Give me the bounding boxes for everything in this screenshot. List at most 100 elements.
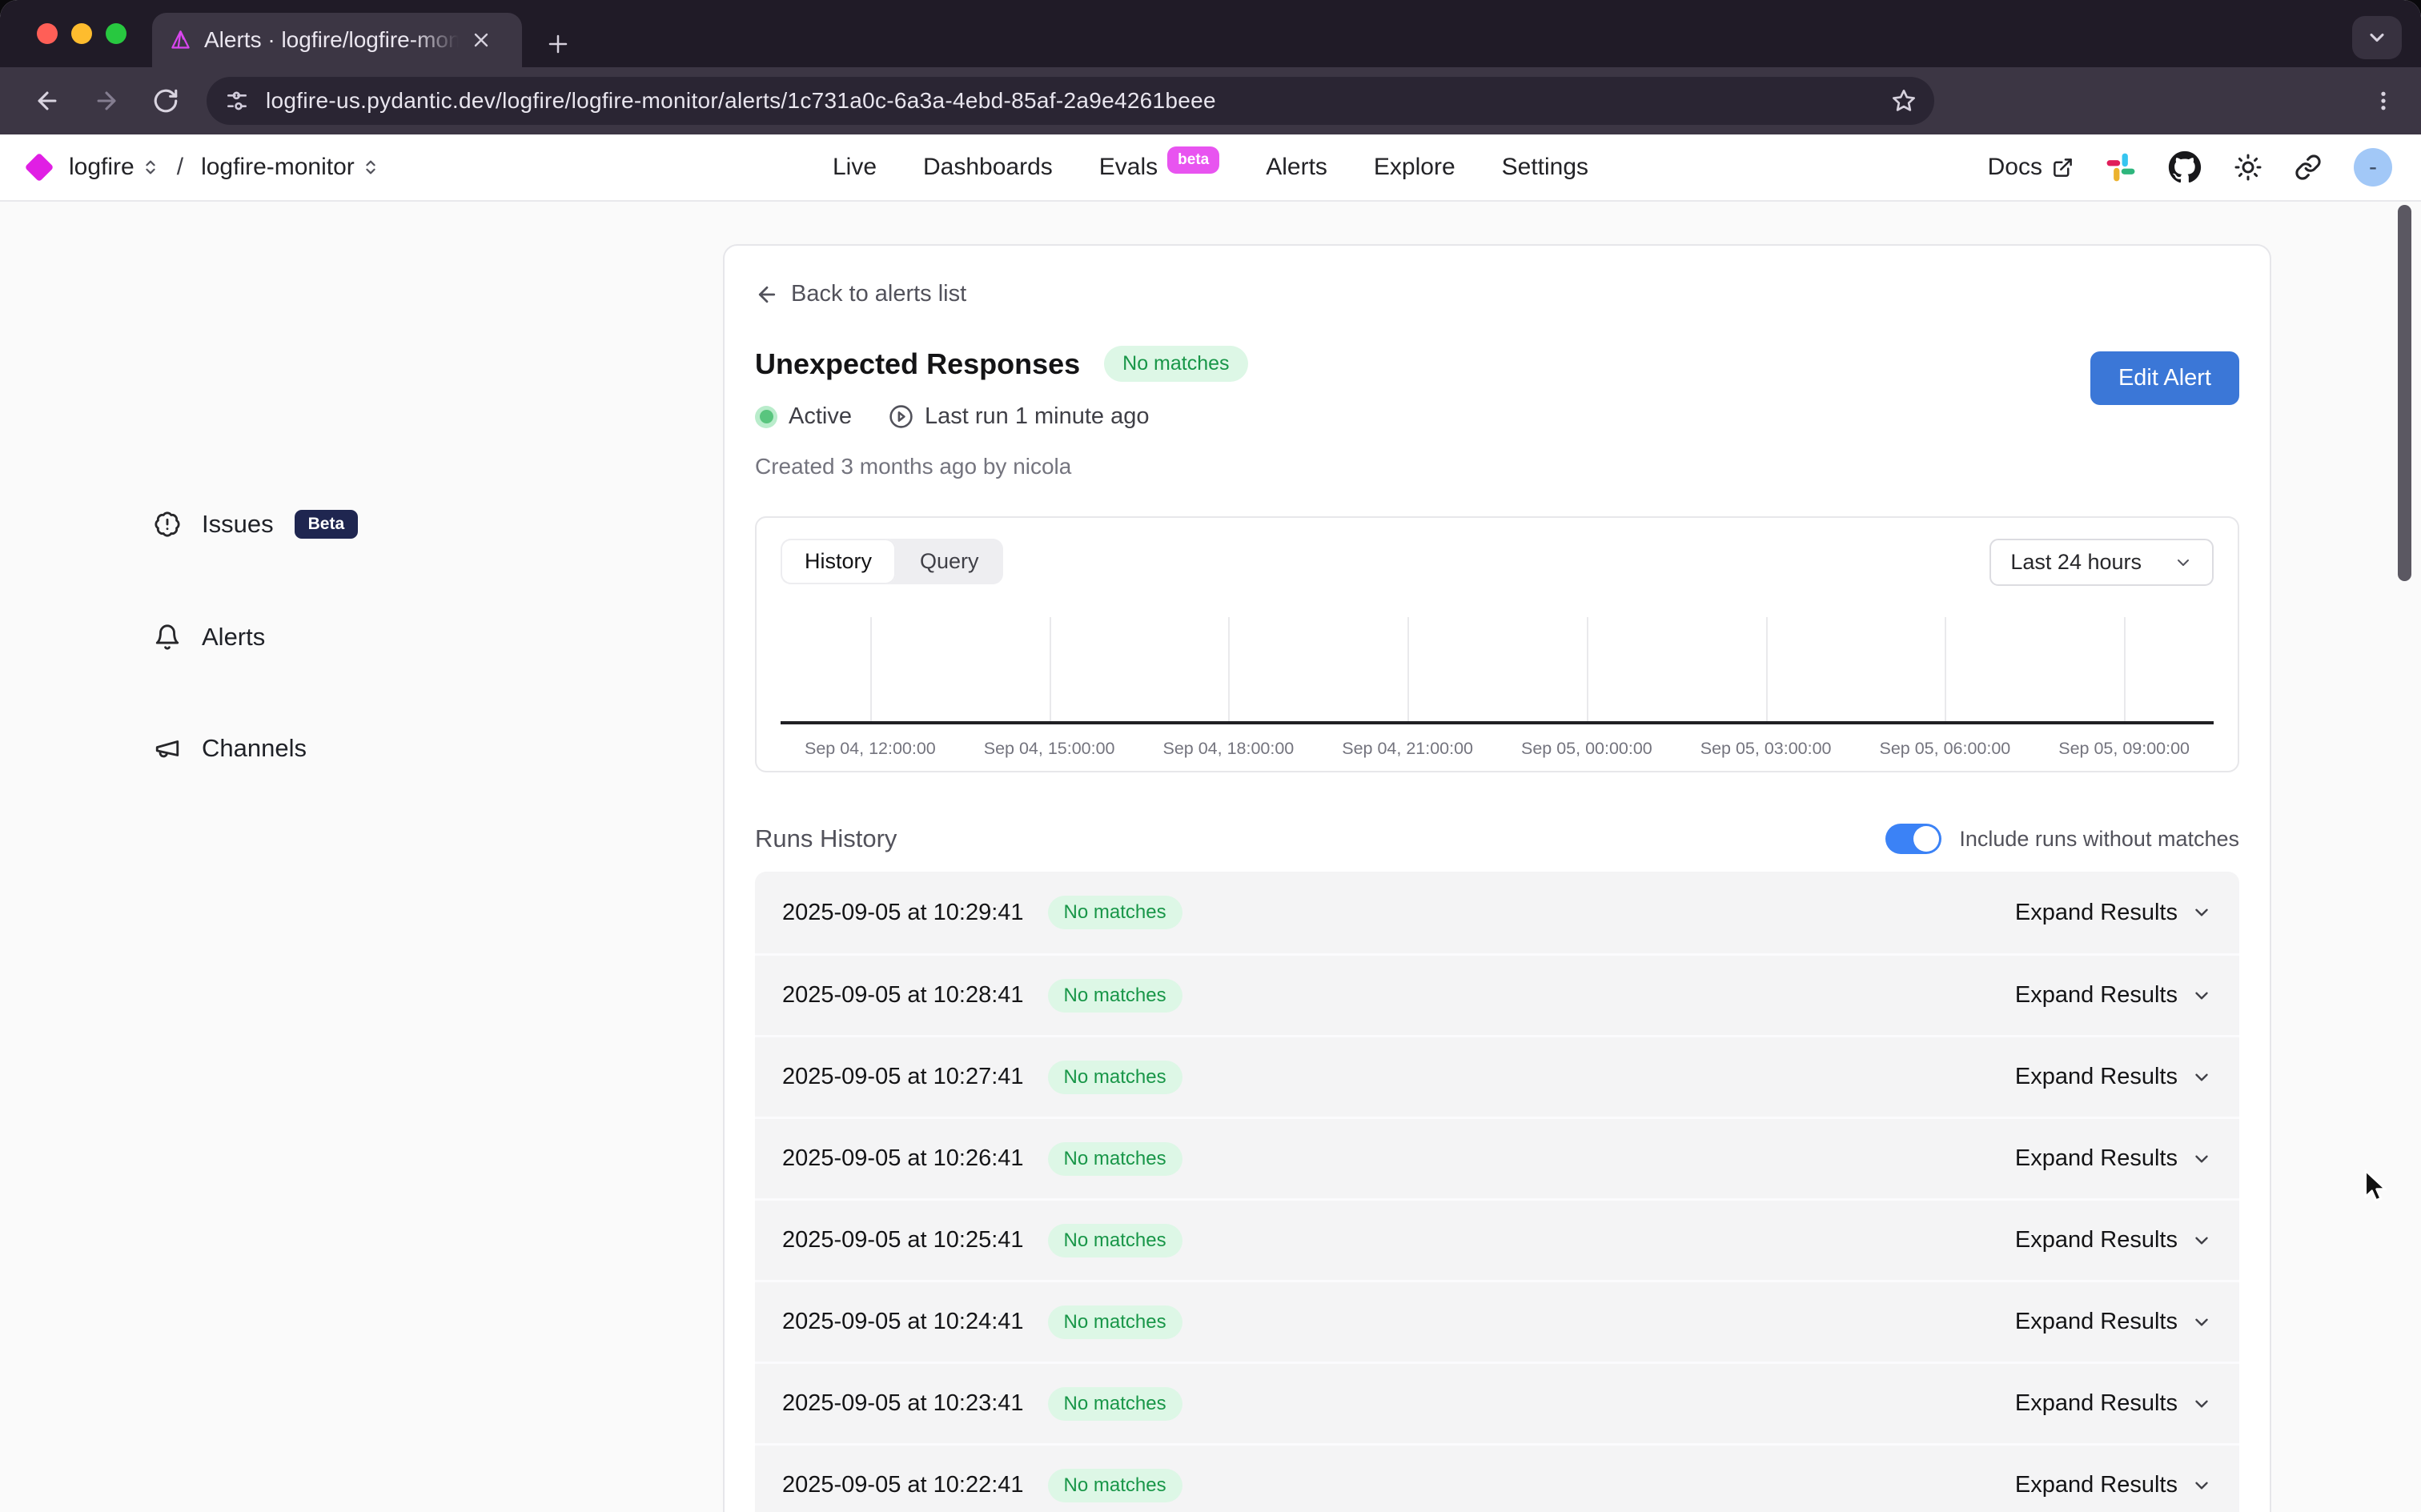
mouse-cursor (2359, 1167, 2395, 1204)
url-text[interactable]: logfire-us.pydantic.dev/logfire/logfire-… (266, 88, 1875, 114)
reload-button[interactable] (139, 74, 192, 127)
zoom-window-button[interactable] (106, 23, 126, 44)
sidebar-item-label: Channels (202, 734, 307, 763)
chevron-down-icon (2191, 1230, 2212, 1251)
history-query-tabs: History Query (781, 539, 1003, 584)
expand-results-button[interactable]: Expand Results (2015, 1309, 2212, 1335)
back-button[interactable] (21, 74, 74, 127)
run-timestamp: 2025-09-05 at 10:27:41 (782, 1064, 1024, 1090)
minimize-window-button[interactable] (71, 23, 92, 44)
theme-sun-icon[interactable] (2234, 153, 2262, 182)
breadcrumb: logfire / logfire-monitor (29, 154, 379, 181)
chevron-down-icon (2191, 1067, 2212, 1088)
run-no-matches-badge: No matches (1048, 1387, 1182, 1421)
no-matches-badge: No matches (1104, 346, 1247, 382)
sidebar-item-alerts[interactable]: Alerts (154, 623, 265, 652)
browser-tab-active[interactable]: Alerts · logfire/logfire-monitor (152, 13, 522, 67)
play-circle-icon (889, 404, 913, 429)
slack-icon[interactable] (2106, 152, 2136, 182)
nav-explore[interactable]: Explore (1374, 154, 1455, 181)
chevron-down-icon (2174, 553, 2193, 572)
run-timestamp: 2025-09-05 at 10:22:41 (782, 1472, 1024, 1498)
chevron-down-icon (2191, 1149, 2212, 1169)
chevrons-up-down-icon (362, 158, 379, 176)
expand-results-button[interactable]: Expand Results (2015, 1145, 2212, 1172)
sidebar-item-label: Issues (202, 510, 274, 539)
run-row: 2025-09-05 at 10:25:41 No matches Expand… (755, 1198, 2239, 1280)
title-row: Unexpected Responses No matches (755, 346, 2239, 382)
close-tab-icon[interactable] (472, 30, 491, 50)
nav-dashboards[interactable]: Dashboards (923, 154, 1053, 181)
nav-live[interactable]: Live (833, 154, 877, 181)
external-link-icon (2052, 157, 2074, 178)
run-no-matches-badge: No matches (1048, 1224, 1182, 1257)
close-window-button[interactable] (37, 23, 58, 44)
nav-alerts[interactable]: Alerts (1266, 154, 1327, 181)
tab-query[interactable]: Query (896, 539, 1003, 584)
panel-controls: History Query Last 24 hours (757, 518, 2238, 586)
time-range-select[interactable]: Last 24 hours (1989, 539, 2214, 586)
time-range-value: Last 24 hours (2010, 550, 2142, 575)
sidebar-item-issues[interactable]: Issues Beta (154, 510, 358, 539)
run-row: 2025-09-05 at 10:29:41 No matches Expand… (755, 872, 2239, 953)
tab-title: Alerts · logfire/logfire-monitor (204, 27, 459, 53)
arrow-left-icon (755, 283, 779, 307)
include-runs-toggle-group: Include runs without matches (1885, 824, 2239, 854)
browser-window: Alerts · logfire/logfire-monitor logfire… (0, 0, 2421, 1512)
run-no-matches-badge: No matches (1048, 1061, 1182, 1094)
site-info-icon[interactable] (224, 88, 250, 114)
org-selector[interactable]: logfire (69, 154, 159, 181)
browser-menu-button[interactable] (2371, 89, 2395, 113)
chevron-down-icon (2191, 1312, 2212, 1333)
run-row: 2025-09-05 at 10:23:41 No matches Expand… (755, 1362, 2239, 1443)
nav-settings[interactable]: Settings (1502, 154, 1588, 181)
expand-results-button[interactable]: Expand Results (2015, 1227, 2212, 1253)
sidebar-item-channels[interactable]: Channels (154, 734, 307, 763)
run-timestamp: 2025-09-05 at 10:26:41 (782, 1145, 1024, 1172)
share-link-icon[interactable] (2295, 154, 2322, 181)
expand-results-button[interactable]: Expand Results (2015, 900, 2212, 926)
forward-button[interactable] (80, 74, 133, 127)
docs-link[interactable]: Docs (1988, 154, 2074, 181)
tab-history[interactable]: History (781, 539, 896, 584)
topbar-right: Docs - (1988, 148, 2392, 186)
address-bar[interactable]: logfire-us.pydantic.dev/logfire/logfire-… (207, 77, 1934, 125)
run-no-matches-badge: No matches (1048, 1142, 1182, 1176)
app-topbar: logfire / logfire-monitor Live Dashboard… (0, 134, 2421, 202)
megaphone-icon (154, 735, 181, 762)
back-to-alerts-link[interactable]: Back to alerts list (755, 281, 2239, 307)
scrollbar-thumb[interactable] (2398, 205, 2411, 581)
tab-search-button[interactable] (2352, 16, 2402, 59)
edit-alert-button[interactable]: Edit Alert (2090, 351, 2239, 405)
run-timestamp: 2025-09-05 at 10:25:41 (782, 1227, 1024, 1253)
github-icon[interactable] (2168, 150, 2202, 184)
last-run-label: Last run 1 minute ago (925, 403, 1150, 430)
user-avatar[interactable]: - (2354, 148, 2392, 186)
expand-results-button[interactable]: Expand Results (2015, 1390, 2212, 1417)
bookmark-star-icon[interactable] (1891, 88, 1917, 114)
browser-tab-strip: Alerts · logfire/logfire-monitor (0, 0, 2421, 67)
chevrons-up-down-icon (142, 158, 159, 176)
run-row: 2025-09-05 at 10:28:41 No matches Expand… (755, 953, 2239, 1035)
chart-x-axis-labels: Sep 04, 12:00:00 Sep 04, 15:00:00 Sep 04… (781, 739, 2214, 764)
expand-results-button[interactable]: Expand Results (2015, 1064, 2212, 1090)
main-nav: Live Dashboards Evalsbeta Alerts Explore… (833, 154, 1588, 181)
new-tab-button[interactable] (546, 32, 570, 56)
expand-results-button[interactable]: Expand Results (2015, 982, 2212, 1009)
created-by-text: Created 3 months ago by nicola (755, 454, 2239, 479)
project-selector[interactable]: logfire-monitor (201, 154, 379, 181)
nav-evals[interactable]: Evalsbeta (1099, 154, 1219, 181)
run-timestamp: 2025-09-05 at 10:29:41 (782, 900, 1024, 926)
active-status: Active (755, 403, 852, 430)
active-status-dot (755, 406, 777, 428)
status-row: Active Last run 1 minute ago (755, 403, 2239, 430)
include-runs-toggle[interactable] (1885, 824, 1941, 854)
project-name: logfire-monitor (201, 154, 355, 181)
run-no-matches-badge: No matches (1048, 1305, 1182, 1339)
chevron-down-icon (2191, 1394, 2212, 1414)
expand-results-button[interactable]: Expand Results (2015, 1472, 2212, 1498)
alert-detail-card: Back to alerts list Unexpected Responses… (723, 244, 2271, 1512)
run-row: 2025-09-05 at 10:22:41 No matches Expand… (755, 1443, 2239, 1512)
chevron-down-icon (2191, 1475, 2212, 1496)
runs-history-header: Runs History Include runs without matche… (755, 824, 2239, 854)
